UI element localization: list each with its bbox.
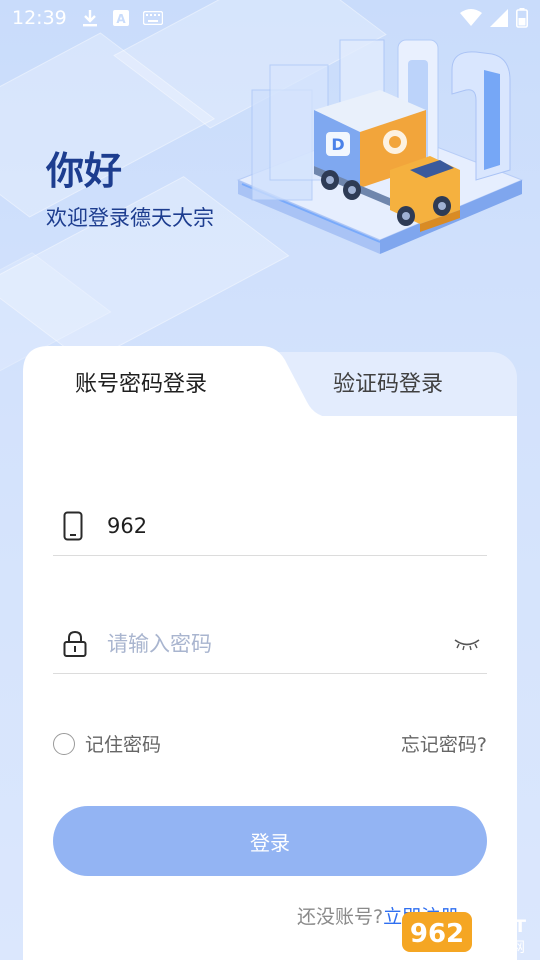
svg-text:D: D	[331, 135, 344, 154]
a-badge-icon: A	[112, 10, 129, 26]
forgot-password-link[interactable]: 忘记密码?	[401, 730, 487, 757]
phone-field	[53, 496, 487, 556]
svg-text:A: A	[116, 12, 126, 26]
svg-text:乐游网: 乐游网	[483, 940, 525, 956]
welcome-subtitle: 欢迎登录德天大宗	[46, 206, 214, 230]
battery-icon	[516, 8, 528, 28]
eye-closed-icon[interactable]	[447, 637, 487, 651]
download-icon	[81, 8, 99, 28]
tab-password-login[interactable]: 账号密码登录	[75, 366, 207, 398]
tab-code-login[interactable]: 验证码登录	[333, 366, 443, 398]
wifi-icon	[460, 9, 482, 27]
svg-text:962: 962	[410, 919, 464, 949]
keyboard-icon	[142, 11, 163, 25]
remember-password-label[interactable]: 记住密码	[85, 730, 161, 757]
login-button[interactable]: 登录	[53, 806, 487, 876]
login-card: 账号密码登录 验证码登录 记住密码 忘记密码? 登录 还没账号?立即注册	[23, 346, 517, 960]
phone-icon	[53, 511, 97, 541]
password-field	[53, 614, 487, 674]
delivery-truck-illustration: D	[230, 30, 530, 270]
password-input[interactable]	[97, 631, 447, 656]
remember-password-radio[interactable]	[53, 732, 75, 755]
signal-icon	[490, 9, 508, 27]
lock-icon	[53, 630, 97, 658]
phone-input[interactable]	[97, 513, 487, 538]
svg-text:.NET: .NET	[482, 917, 526, 937]
status-time: 12:39	[12, 7, 67, 29]
no-account-prompt: 还没账号?	[297, 906, 384, 928]
greeting-title: 你好	[46, 149, 123, 193]
site-watermark-logo: 962 .NET 乐游网	[400, 906, 536, 958]
remember-row: 记住密码 忘记密码?	[53, 730, 487, 757]
